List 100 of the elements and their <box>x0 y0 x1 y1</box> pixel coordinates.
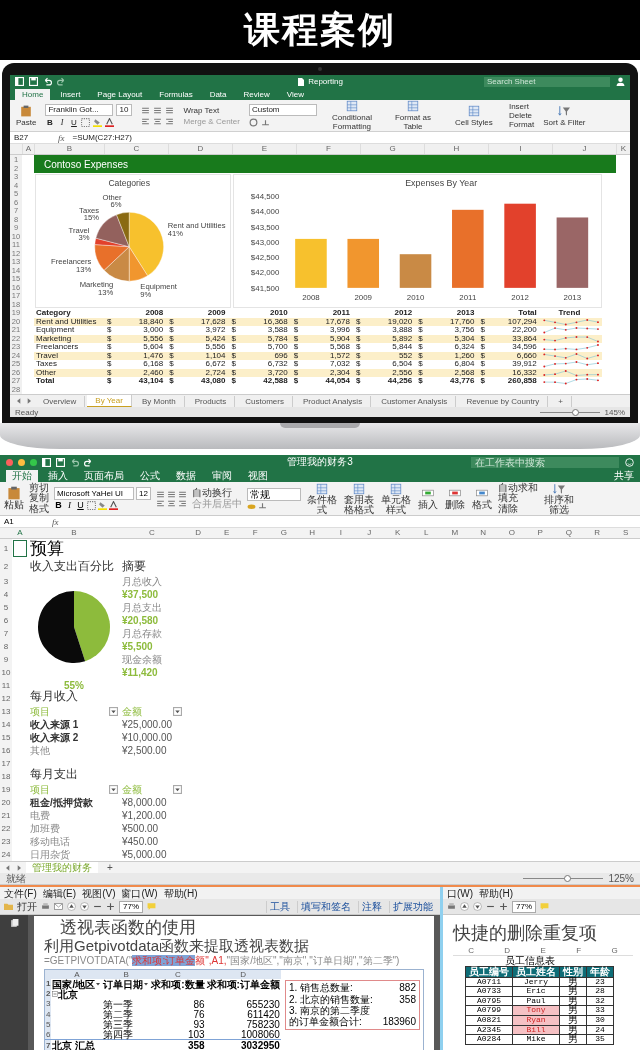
zoom-in-icon[interactable] <box>106 902 115 911</box>
row-number[interactable]: 21 <box>0 809 12 822</box>
column-header[interactable]: E <box>232 144 296 154</box>
sidebar-icon[interactable] <box>42 457 51 467</box>
undo-icon[interactable] <box>70 457 79 467</box>
style-button[interactable]: 单元格样式 <box>379 494 412 515</box>
column-header[interactable]: B <box>34 144 104 154</box>
column-header[interactable]: A <box>22 144 34 154</box>
function-button[interactable]: fx <box>58 132 65 143</box>
cells-button[interactable]: Format <box>508 120 535 129</box>
cells-button[interactable]: 删除 <box>444 500 465 511</box>
row-number[interactable]: 18 <box>0 770 12 783</box>
smiley-icon[interactable] <box>625 457 634 467</box>
name-box[interactable]: B27 <box>14 133 50 142</box>
number-format-select[interactable]: Custom <box>248 104 317 116</box>
cells-button[interactable]: 插入 <box>417 500 438 511</box>
editing-button[interactable]: 填充 <box>497 493 538 504</box>
zoom-select[interactable]: 77% <box>512 900 536 913</box>
menu-item[interactable]: 口(W) <box>447 887 474 899</box>
collapse-icon[interactable] <box>52 991 59 998</box>
align-icon[interactable] <box>165 116 175 126</box>
save-icon[interactable] <box>56 457 65 467</box>
align-icon[interactable] <box>153 105 163 115</box>
font-select[interactable]: Franklin Got... <box>45 103 114 116</box>
cells-button[interactable]: Delete <box>508 111 535 120</box>
menu-item[interactable]: 帮助(H) <box>163 887 198 899</box>
dropdown-icon[interactable] <box>143 981 150 988</box>
cells-button[interactable]: 格式 <box>471 500 492 511</box>
clipboard-button[interactable]: 剪切 <box>29 482 49 494</box>
row-number[interactable]: 20 <box>0 796 12 809</box>
row-number[interactable]: 1 <box>0 539 12 558</box>
column-header[interactable]: G <box>360 144 424 154</box>
sort-filter-button[interactable]: Sort & Filter <box>543 117 586 127</box>
dropdown-icon[interactable] <box>173 785 182 794</box>
zoom-button[interactable] <box>30 458 37 466</box>
envelope-icon[interactable] <box>54 902 63 911</box>
italic-button[interactable]: I <box>65 500 74 510</box>
font-select[interactable]: Microsoft YaHei UI <box>54 487 134 500</box>
style-button[interactable]: Cell Styles <box>455 117 493 127</box>
column-header[interactable]: D <box>168 144 232 154</box>
save-icon[interactable] <box>29 77 38 86</box>
fill-color-icon[interactable] <box>93 118 103 127</box>
bold-button[interactable]: B <box>45 117 55 128</box>
align-icon[interactable] <box>166 498 176 508</box>
column-header[interactable]: E <box>212 528 241 538</box>
sheet-tab[interactable]: By Month <box>133 395 185 407</box>
row-number[interactable]: 14 <box>0 718 12 731</box>
clipboard-button[interactable]: 复制 <box>29 493 49 504</box>
ribbon-tab[interactable]: Review <box>236 89 277 100</box>
row-number[interactable]: 16 <box>0 744 12 757</box>
align-icon[interactable] <box>141 116 151 126</box>
column-header[interactable]: A <box>12 528 28 538</box>
font-size-select[interactable]: 12 <box>136 487 151 500</box>
row-number[interactable]: 4 <box>0 588 12 601</box>
ribbon-tab[interactable]: 公式 <box>134 470 166 482</box>
row-number[interactable]: 23 <box>0 835 12 848</box>
formula-field[interactable]: =SUM(C27:H27) <box>72 133 132 142</box>
column-header[interactable]: M <box>440 528 469 538</box>
column-header[interactable]: H <box>424 144 488 154</box>
next-sheet-icon[interactable] <box>15 863 23 872</box>
ribbon-tab[interactable]: Formulas <box>152 89 200 100</box>
row-number[interactable]: 24 <box>0 848 12 861</box>
style-button[interactable]: Conditional Formatting <box>325 113 378 131</box>
row-number[interactable]: 13 <box>0 705 12 718</box>
wrap-text-button[interactable]: 自动换行 <box>191 488 242 499</box>
cells-button[interactable]: Insert <box>508 102 535 111</box>
sort-filter-button[interactable]: 排序和筛选 <box>542 494 575 515</box>
row-number[interactable]: 17 <box>0 757 12 770</box>
dropdown-icon[interactable] <box>109 707 118 716</box>
row-number[interactable]: 11 <box>0 679 12 692</box>
previous-sheet-icon[interactable] <box>15 397 23 405</box>
column-header[interactable]: L <box>412 528 441 538</box>
column-header[interactable]: J <box>355 528 384 538</box>
search-field[interactable]: Search Sheet <box>484 76 610 87</box>
row-number[interactable]: 7 <box>0 627 12 640</box>
sheet-tab[interactable]: Customers <box>237 395 293 407</box>
bold-button[interactable]: B <box>54 500 63 510</box>
column-header[interactable]: P <box>526 528 555 538</box>
row-number[interactable]: 9 <box>0 653 12 666</box>
column-header[interactable]: S <box>611 528 640 538</box>
column-header[interactable]: R <box>583 528 612 538</box>
font-color-icon[interactable] <box>109 500 118 510</box>
sheet-tab[interactable]: Customer Analysis <box>373 395 457 407</box>
align-icon[interactable] <box>155 489 165 499</box>
column-header[interactable]: C <box>104 144 168 154</box>
style-button[interactable]: 套用表格格式 <box>342 494 375 515</box>
row-number[interactable]: 22 <box>0 822 12 835</box>
column-header[interactable]: N <box>469 528 498 538</box>
align-icon[interactable] <box>177 498 187 508</box>
ribbon-tab[interactable]: 视图 <box>242 470 274 482</box>
dropdown-icon[interactable] <box>173 707 182 716</box>
slider-thumb[interactable] <box>563 875 571 882</box>
person-icon[interactable] <box>616 77 625 86</box>
row-number[interactable]: 3 <box>0 575 12 588</box>
column-header[interactable]: C <box>120 528 184 538</box>
toolbar-link[interactable]: 扩展功能 <box>389 900 436 913</box>
number-format-select[interactable]: 常规 <box>246 487 301 501</box>
column-header[interactable]: F <box>296 144 360 154</box>
sheet-tab[interactable]: Product Analysis <box>295 395 372 407</box>
row-number[interactable]: 8 <box>0 640 12 653</box>
